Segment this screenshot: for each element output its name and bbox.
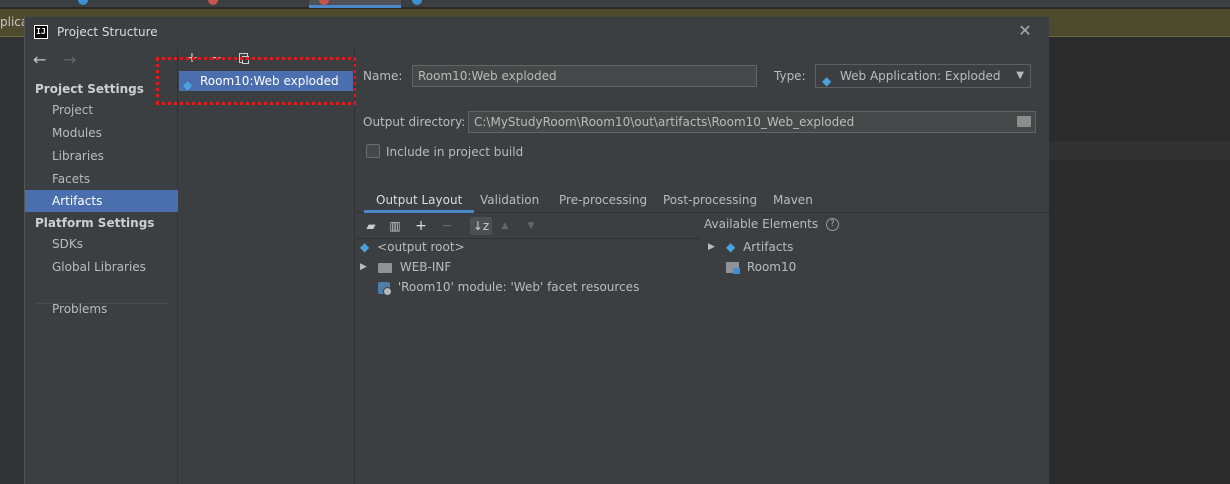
- output-dir-field[interactable]: C:\MyStudyRoom\Room10\out\artifacts\Room…: [468, 111, 1036, 133]
- web-artifact-icon: ◆: [726, 240, 736, 254]
- nav-arrows: ← →: [33, 50, 89, 70]
- nav-item-project[interactable]: Project: [25, 99, 178, 121]
- expand-arrow-icon[interactable]: ▶: [708, 237, 715, 257]
- module-icon: [726, 262, 740, 274]
- output-layout-panel: ▰ ▥ + − ↓z ▲ ▼ ◆ <output root> ▶ WEB-INF…: [356, 213, 1049, 484]
- remove-icon[interactable]: −: [438, 217, 456, 235]
- available-elements-label: Available Elements: [704, 217, 819, 231]
- tab-icon: [412, 0, 422, 5]
- nav-item-global-libraries[interactable]: Global Libraries: [25, 256, 178, 278]
- dropdown-caret-icon: ▼: [1016, 70, 1024, 81]
- tree-node-label: WEB-INF: [399, 260, 452, 274]
- available-node-room10[interactable]: Room10: [726, 257, 796, 277]
- name-label: Name:: [363, 69, 403, 83]
- intellij-icon: IJ: [34, 25, 48, 39]
- help-icon[interactable]: ?: [825, 218, 839, 231]
- tree-node-label: <output root>: [377, 240, 465, 254]
- ide-gutter: [0, 37, 24, 484]
- platform-settings-header: Platform Settings: [35, 216, 155, 230]
- new-folder-icon[interactable]: ▰: [362, 217, 380, 235]
- artifact-list-panel: + − ◆ Room10:Web exploded: [179, 47, 355, 484]
- web-artifact-icon: ◆: [360, 240, 370, 254]
- nav-item-facets[interactable]: Facets: [25, 168, 178, 190]
- sort-icon[interactable]: ↓z: [470, 217, 492, 235]
- project-structure-dialog: IJ Project Structure ✕ ← → Project Setti…: [24, 17, 1049, 484]
- artifact-list-toolbar: + −: [179, 47, 355, 69]
- tree-node-label: Room10: [746, 260, 797, 274]
- settings-nav: ← → Project Settings Project Modules Lib…: [25, 47, 178, 484]
- include-build-checkbox[interactable]: [366, 144, 380, 158]
- tree-node-label: 'Room10' module: 'Web' facet resources: [397, 280, 640, 294]
- type-select[interactable]: ◆ Web Application: Exploded ▼: [815, 64, 1031, 88]
- tree-node-facet-resources[interactable]: 'Room10' module: 'Web' facet resources: [378, 277, 639, 297]
- move-up-icon[interactable]: ▲: [496, 217, 514, 235]
- tab-pre-processing[interactable]: Pre-processing: [547, 187, 659, 213]
- nav-item-libraries[interactable]: Libraries: [25, 145, 178, 167]
- output-dir-label: Output directory:: [363, 115, 466, 129]
- available-node-artifacts[interactable]: ▶ ◆ Artifacts: [708, 237, 793, 257]
- ide-selected-tab[interactable]: [309, 0, 401, 8]
- artifact-list-item[interactable]: ◆ Room10:Web exploded: [179, 71, 353, 92]
- add-icon[interactable]: +: [412, 217, 430, 235]
- remove-icon[interactable]: −: [207, 49, 225, 67]
- tab-icon: [208, 0, 218, 5]
- tab-icon: [78, 0, 88, 5]
- expand-arrow-icon[interactable]: ▶: [360, 257, 367, 277]
- dialog-title: Project Structure: [57, 25, 158, 39]
- tab-maven[interactable]: Maven: [761, 187, 825, 213]
- back-arrow-icon[interactable]: ←: [33, 50, 59, 69]
- tab-post-processing[interactable]: Post-processing: [651, 187, 769, 213]
- nav-item-modules[interactable]: Modules: [25, 122, 178, 144]
- ide-editor-area: [1048, 37, 1230, 484]
- web-artifact-icon: ◆: [822, 74, 832, 88]
- web-facet-icon: [378, 281, 392, 296]
- dialog-titlebar: IJ Project Structure ✕: [25, 17, 1049, 47]
- type-label: Type:: [774, 69, 806, 83]
- editor-tabs: Output Layout Validation Pre-processing …: [356, 187, 1049, 213]
- current-line-highlight: [1048, 142, 1230, 160]
- add-icon[interactable]: +: [183, 49, 201, 67]
- name-field[interactable]: Room10:Web exploded: [412, 65, 757, 87]
- output-dir-value: C:\MyStudyRoom\Room10\out\artifacts\Room…: [474, 115, 855, 129]
- tab-validation[interactable]: Validation: [468, 187, 551, 213]
- folder-browse-icon[interactable]: [1017, 116, 1031, 127]
- tab-output-layout[interactable]: Output Layout: [364, 187, 475, 213]
- artifact-editor: Name: Room10:Web exploded Type: ◆ Web Ap…: [356, 47, 1049, 484]
- folder-icon: [378, 262, 392, 273]
- move-down-icon[interactable]: ▼: [522, 217, 540, 235]
- tab-icon: [319, 0, 329, 5]
- project-settings-header: Project Settings: [35, 82, 144, 96]
- forward-arrow-icon[interactable]: →: [63, 50, 89, 69]
- copy-icon[interactable]: [235, 49, 253, 67]
- layout-toolbar: ▰ ▥ + − ↓z ▲ ▼: [356, 213, 701, 239]
- close-icon[interactable]: ✕: [1015, 20, 1035, 42]
- nav-item-sdks[interactable]: SDKs: [25, 233, 178, 255]
- nav-item-artifacts[interactable]: Artifacts: [25, 190, 178, 212]
- available-elements-title: Available Elements ?: [704, 217, 839, 231]
- web-artifact-icon: ◆: [183, 78, 193, 92]
- nav-item-problems[interactable]: Problems: [25, 298, 178, 320]
- ide-editor-tabs: [0, 0, 1230, 8]
- artifact-item-label: Room10:Web exploded: [200, 74, 339, 88]
- tree-node-label: Artifacts: [743, 240, 794, 254]
- tree-node-web-inf[interactable]: ▶ WEB-INF: [360, 257, 451, 277]
- type-select-value: Web Application: Exploded: [840, 69, 1001, 83]
- archive-icon[interactable]: ▥: [386, 217, 404, 235]
- tree-node-output-root[interactable]: ◆ <output root>: [360, 237, 465, 257]
- include-build-label: Include in project build: [386, 145, 524, 159]
